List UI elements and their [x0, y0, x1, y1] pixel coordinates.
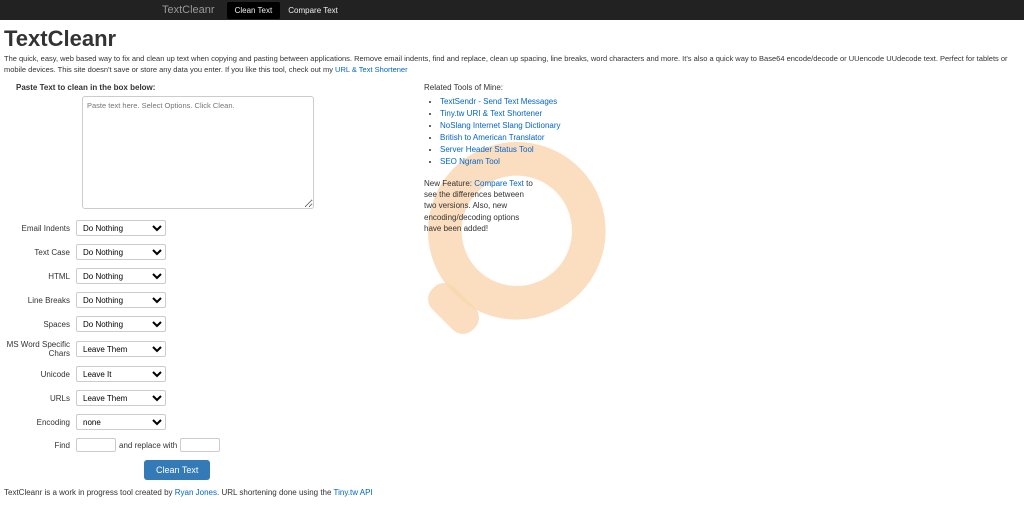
page-description: The quick, easy, web based way to fix an… — [4, 54, 1020, 75]
option-label: HTML — [4, 272, 76, 281]
replace-label: and replace with — [119, 441, 177, 450]
sidebar-link[interactable]: SEO Ngram Tool — [440, 157, 500, 166]
sidebar-link[interactable]: British to American Translator — [440, 133, 544, 142]
form-panel: Paste Text to clean in the box below: Em… — [4, 83, 344, 480]
option-select-text-case[interactable]: Do Nothing — [76, 244, 166, 260]
option-label: Text Case — [4, 248, 76, 257]
sidebar-link[interactable]: TextSendr - Send Text Messages — [440, 97, 557, 106]
clean-text-button[interactable]: Clean Text — [144, 460, 210, 480]
author-link[interactable]: Ryan Jones — [175, 488, 217, 497]
option-select-unicode[interactable]: Leave It — [76, 366, 166, 382]
compare-text-link[interactable]: Compare Text — [474, 179, 524, 188]
nav-compare-text[interactable]: Compare Text — [280, 2, 346, 19]
replace-input[interactable] — [180, 438, 220, 452]
brand: TextCleanr — [162, 4, 215, 16]
sidebar-title: Related Tools of Mine: — [424, 83, 684, 92]
sidebar: Related Tools of Mine: TextSendr - Send … — [384, 83, 684, 480]
feature-note: New Feature: Compare Text to see the dif… — [424, 178, 534, 234]
list-item: TextSendr - Send Text Messages — [440, 96, 684, 108]
url-shortener-link[interactable]: URL & Text Shortener — [335, 65, 408, 74]
navbar: TextCleanr Clean Text Compare Text — [0, 0, 1024, 20]
sidebar-list: TextSendr - Send Text Messages Tiny.tw UR… — [424, 96, 684, 168]
option-label: URLs — [4, 394, 76, 403]
option-label: Email Indents — [4, 224, 76, 233]
option-select-html[interactable]: Do Nothing — [76, 268, 166, 284]
nav-clean-text[interactable]: Clean Text — [227, 2, 281, 19]
option-select-ms-word-specific-chars[interactable]: Leave Them — [76, 341, 166, 357]
list-item: SEO Ngram Tool — [440, 156, 684, 168]
list-item: Server Header Status Tool — [440, 144, 684, 156]
text-input[interactable] — [82, 96, 314, 209]
page-title: TextCleanr — [4, 26, 1020, 52]
list-item: British to American Translator — [440, 132, 684, 144]
option-label: MS Word Specific Chars — [4, 340, 76, 358]
paste-label: Paste Text to clean in the box below: — [16, 83, 344, 92]
option-select-urls[interactable]: Leave Them — [76, 390, 166, 406]
option-select-email-indents[interactable]: Do Nothing — [76, 220, 166, 236]
sidebar-link[interactable]: Tiny.tw URI & Text Shortener — [440, 109, 542, 118]
find-label: Find — [4, 441, 76, 450]
option-select-line-breaks[interactable]: Do Nothing — [76, 292, 166, 308]
api-link[interactable]: Tiny.tw API — [334, 488, 373, 497]
find-input[interactable] — [76, 438, 116, 452]
footer: TextCleanr is a work in progress tool cr… — [0, 484, 1024, 501]
option-label: Spaces — [4, 320, 76, 329]
list-item: NoSlang Internet Slang Dictionary — [440, 120, 684, 132]
header: TextCleanr The quick, easy, web based wa… — [0, 20, 1024, 79]
sidebar-link[interactable]: Server Header Status Tool — [440, 145, 534, 154]
option-label: Encoding — [4, 418, 76, 427]
option-select-spaces[interactable]: Do Nothing — [76, 316, 166, 332]
option-select-encoding[interactable]: none — [76, 414, 166, 430]
sidebar-link[interactable]: NoSlang Internet Slang Dictionary — [440, 121, 561, 130]
option-label: Unicode — [4, 370, 76, 379]
list-item: Tiny.tw URI & Text Shortener — [440, 108, 684, 120]
option-label: Line Breaks — [4, 296, 76, 305]
